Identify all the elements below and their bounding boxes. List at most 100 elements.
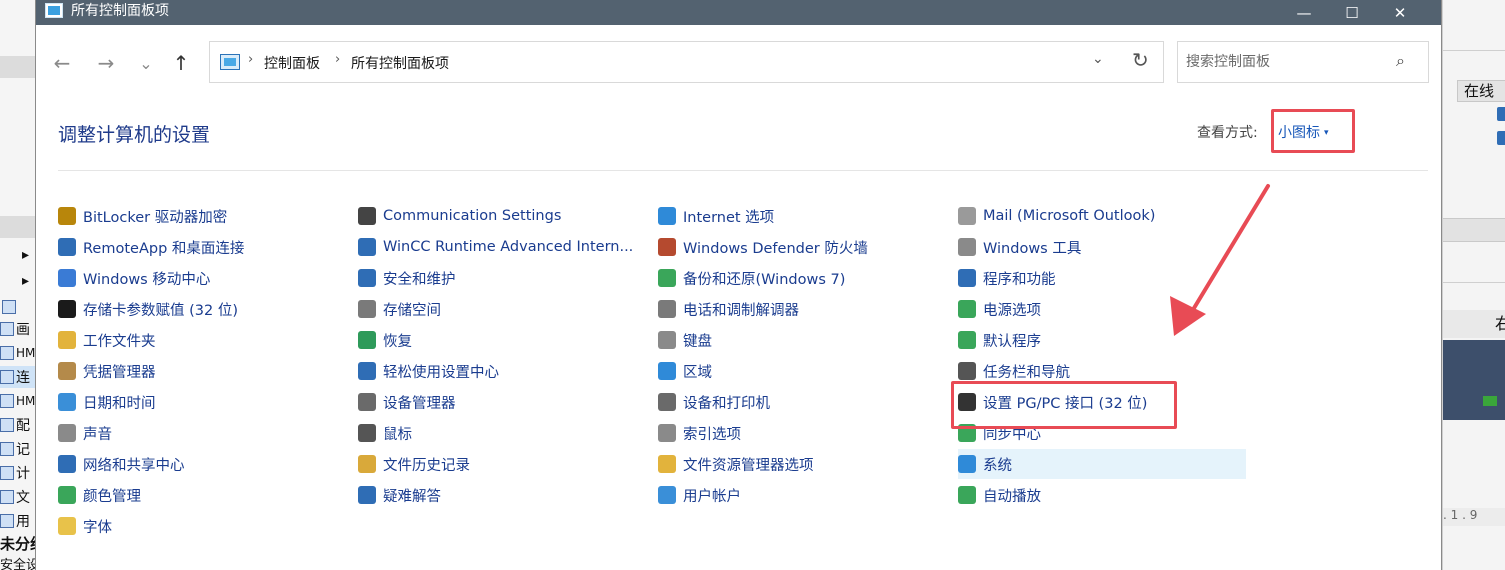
control-panel-item[interactable]: Windows 工具 <box>958 235 1081 259</box>
clock-icon <box>58 393 76 411</box>
work-folder-icon <box>58 331 76 349</box>
control-panel-item[interactable]: 存储空间 <box>358 297 441 321</box>
tree-row-label: HM <box>16 346 36 360</box>
address-dropdown-chevron-icon[interactable]: ⌄ <box>1092 51 1104 67</box>
control-panel-item[interactable]: WinCC Runtime Advanced Intern... <box>358 235 633 259</box>
control-panel-item[interactable]: 存储卡参数赋值 (32 位) <box>58 297 238 321</box>
control-panel-item-label: 键盘 <box>683 333 712 350</box>
tree-row[interactable]: 记 <box>0 438 36 460</box>
background-checkbox[interactable] <box>1497 107 1505 121</box>
control-panel-item[interactable]: 日期和时间 <box>58 390 156 414</box>
control-panel-item[interactable]: 网络和共享中心 <box>58 452 185 476</box>
keyboard-icon <box>658 331 676 349</box>
tree-row[interactable] <box>0 296 36 318</box>
control-panel-item[interactable]: 文件资源管理器选项 <box>658 452 814 476</box>
tree-row[interactable]: 未分组 <box>0 532 36 554</box>
tree-row-label: 画 <box>16 322 30 338</box>
forward-arrow-icon[interactable]: → <box>92 49 120 77</box>
control-panel-item[interactable]: 文件历史记录 <box>358 452 470 476</box>
control-panel-item-label: 存储空间 <box>383 302 441 319</box>
programs-icon <box>958 269 976 287</box>
search-box[interactable]: ⌕ <box>1177 41 1429 83</box>
control-panel-item-label: 电话和调制解调器 <box>683 302 799 319</box>
back-arrow-icon[interactable]: ← <box>48 49 76 77</box>
tree-expander[interactable]: ▸ <box>0 244 36 266</box>
tree-row[interactable]: 用 <box>0 510 36 532</box>
control-panel-item[interactable]: 备份和还原(Windows 7) <box>658 266 845 290</box>
control-panel-item[interactable]: 电源选项 <box>958 297 1041 321</box>
control-panel-item[interactable]: 工作文件夹 <box>58 328 156 352</box>
tree-row-label: 文 <box>16 490 30 506</box>
search-input[interactable] <box>1186 52 1386 72</box>
control-panel-item[interactable]: 凭据管理器 <box>58 359 156 383</box>
breadcrumb-control-panel[interactable]: 控制面板 <box>264 53 320 73</box>
navigation-bar: ← → ⌄ ↑ › 控制面板 › 所有控制面板项 ⌄ ↻ ⌕ <box>36 25 1441 97</box>
index-icon <box>658 424 676 442</box>
tree-row[interactable]: 连 <box>0 366 36 388</box>
control-panel-item[interactable]: 疑难解答 <box>358 483 441 507</box>
tree-row[interactable]: 计 <box>0 462 36 484</box>
address-bar[interactable]: › 控制面板 › 所有控制面板项 ⌄ ↻ <box>209 41 1164 83</box>
control-panel-item-label: Windows 工具 <box>983 240 1082 257</box>
control-panel-item-label: 工作文件夹 <box>83 333 156 350</box>
control-panel-item-label: Communication Settings <box>383 208 562 224</box>
power-icon <box>958 300 976 318</box>
key-drive-icon <box>58 207 76 225</box>
tree-row[interactable]: 画 <box>0 318 36 340</box>
control-panel-item[interactable]: 自动播放 <box>958 483 1041 507</box>
tree-row[interactable]: HM <box>0 342 36 364</box>
control-panel-item-label: 鼠标 <box>383 426 412 443</box>
control-panel-item[interactable]: 字体 <box>58 514 112 538</box>
tree-row[interactable]: 配 <box>0 414 36 436</box>
tree-row[interactable]: 文 <box>0 486 36 508</box>
control-panel-item-label: 轻松使用设置中心 <box>383 364 499 381</box>
tree-row-label: 未分组 <box>0 534 36 553</box>
control-panel-item[interactable]: 鼠标 <box>358 421 412 445</box>
maximize-button[interactable]: ☐ <box>1329 0 1375 25</box>
breadcrumb-all-items[interactable]: 所有控制面板项 <box>351 53 449 73</box>
tree-expander[interactable]: ▸ <box>0 270 36 292</box>
control-panel-item[interactable]: RemoteApp 和桌面连接 <box>58 235 244 259</box>
control-panel-item[interactable]: Windows 移动中心 <box>58 266 210 290</box>
control-panel-item[interactable]: Communication Settings <box>358 204 561 228</box>
control-panel-item[interactable]: Windows Defender 防火墙 <box>658 235 868 259</box>
control-panel-item[interactable]: 区域 <box>658 359 712 383</box>
control-panel-item[interactable]: 安全和维护 <box>358 266 456 290</box>
control-panel-item[interactable]: 索引选项 <box>658 421 741 445</box>
control-panel-item[interactable]: 电话和调制解调器 <box>658 297 799 321</box>
title-bar[interactable]: 所有控制面板项 — ☐ ✕ <box>36 0 1441 25</box>
control-panel-item[interactable]: 设备管理器 <box>358 390 456 414</box>
tree-row[interactable]: HM <box>0 390 36 412</box>
control-panel-item[interactable]: 用户帐户 <box>658 483 741 507</box>
mail-icon <box>958 207 976 225</box>
credential-icon <box>58 362 76 380</box>
close-button[interactable]: ✕ <box>1377 0 1423 25</box>
control-panel-item[interactable]: BitLocker 驱动器加密 <box>58 204 227 228</box>
control-panel-item[interactable]: 轻松使用设置中心 <box>358 359 499 383</box>
control-panel-item-label: 恢复 <box>383 333 412 350</box>
background-checkbox[interactable] <box>1497 131 1505 145</box>
control-panel-item[interactable]: 设备和打印机 <box>658 390 770 414</box>
control-panel-item[interactable]: 声音 <box>58 421 112 445</box>
control-panel-item[interactable]: Mail (Microsoft Outlook) <box>958 204 1155 228</box>
background-tab[interactable]: 右 <box>1443 310 1505 338</box>
control-panel-item[interactable]: Internet 选项 <box>658 204 774 228</box>
background-scrollbar[interactable] <box>1443 218 1505 242</box>
system-icon <box>958 455 976 473</box>
control-panel-item-label: 设备和打印机 <box>683 395 770 412</box>
control-panel-item[interactable]: 任务栏和导航 <box>958 359 1070 383</box>
refresh-icon[interactable]: ↻ <box>1132 48 1149 72</box>
control-panel-item-label: 电源选项 <box>983 302 1041 319</box>
control-panel-item[interactable]: 键盘 <box>658 328 712 352</box>
search-icon[interactable]: ⌕ <box>1396 51 1405 71</box>
control-panel-item[interactable]: 恢复 <box>358 328 412 352</box>
minimize-button[interactable]: — <box>1281 0 1327 25</box>
control-panel-item[interactable]: 默认程序 <box>958 328 1041 352</box>
control-panel-item[interactable]: 颜色管理 <box>58 483 141 507</box>
up-arrow-icon[interactable]: ↑ <box>167 49 195 77</box>
tree-row[interactable]: 安全设 <box>0 552 36 570</box>
control-panel-item[interactable]: 程序和功能 <box>958 266 1056 290</box>
control-panel-item[interactable]: 系统 <box>958 449 1246 479</box>
recent-locations-chevron-icon[interactable]: ⌄ <box>132 49 160 77</box>
text-icon <box>0 490 14 504</box>
